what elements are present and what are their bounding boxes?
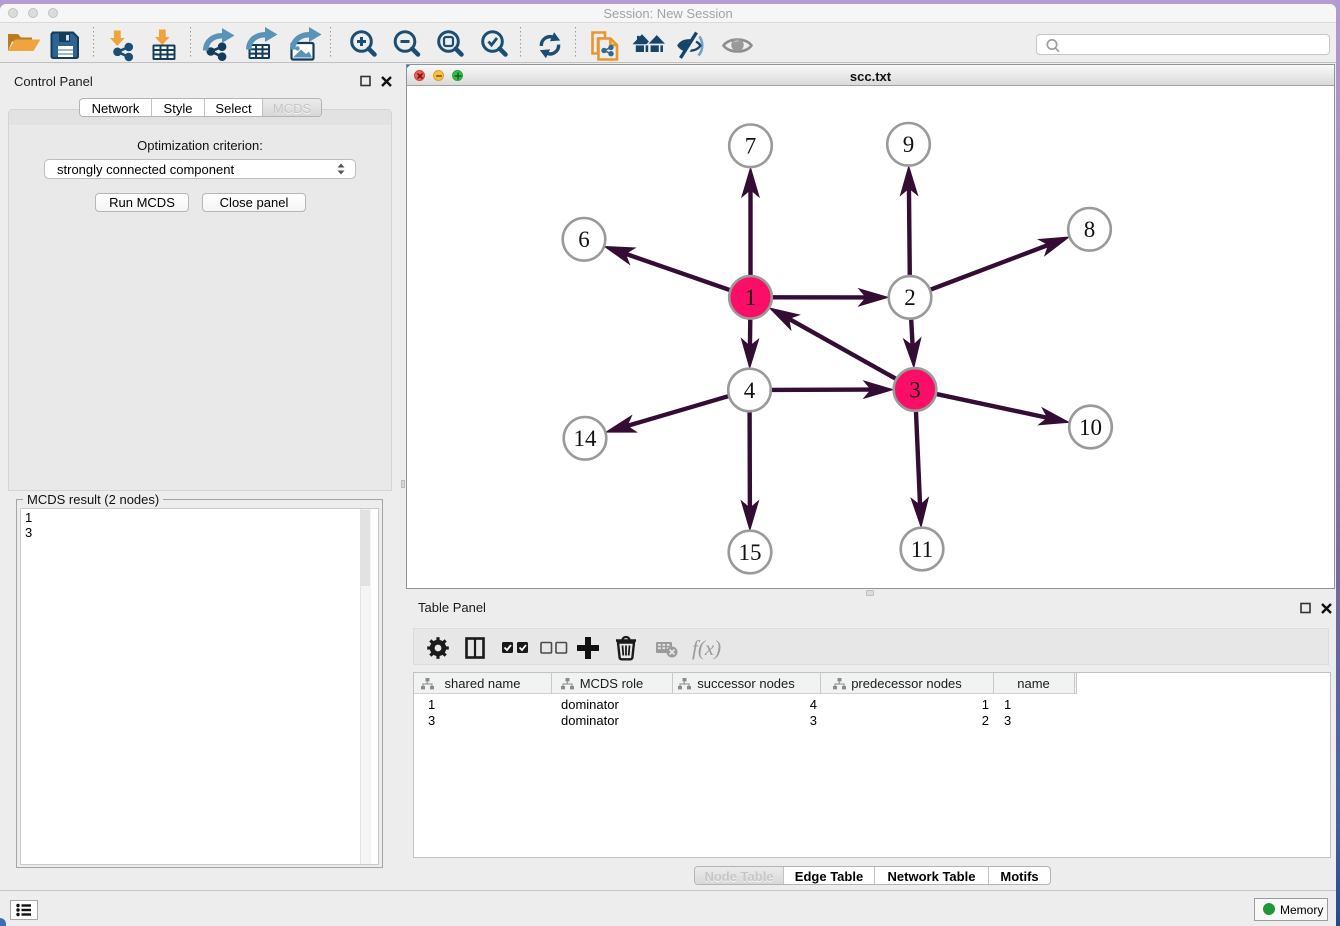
svg-text:14: 14 — [574, 426, 598, 451]
svg-text:3: 3 — [909, 377, 921, 402]
svg-text:9: 9 — [903, 132, 915, 157]
svg-text:4: 4 — [744, 378, 756, 403]
svg-text:2: 2 — [904, 285, 916, 310]
svg-text:15: 15 — [739, 540, 762, 565]
svg-text:11: 11 — [911, 537, 933, 562]
svg-text:8: 8 — [1084, 217, 1096, 242]
svg-text:6: 6 — [578, 227, 590, 252]
svg-text:7: 7 — [745, 134, 757, 159]
svg-text:f(x): f(x) — [692, 636, 721, 660]
svg-text:10: 10 — [1079, 415, 1102, 440]
svg-text:1: 1 — [745, 285, 757, 310]
